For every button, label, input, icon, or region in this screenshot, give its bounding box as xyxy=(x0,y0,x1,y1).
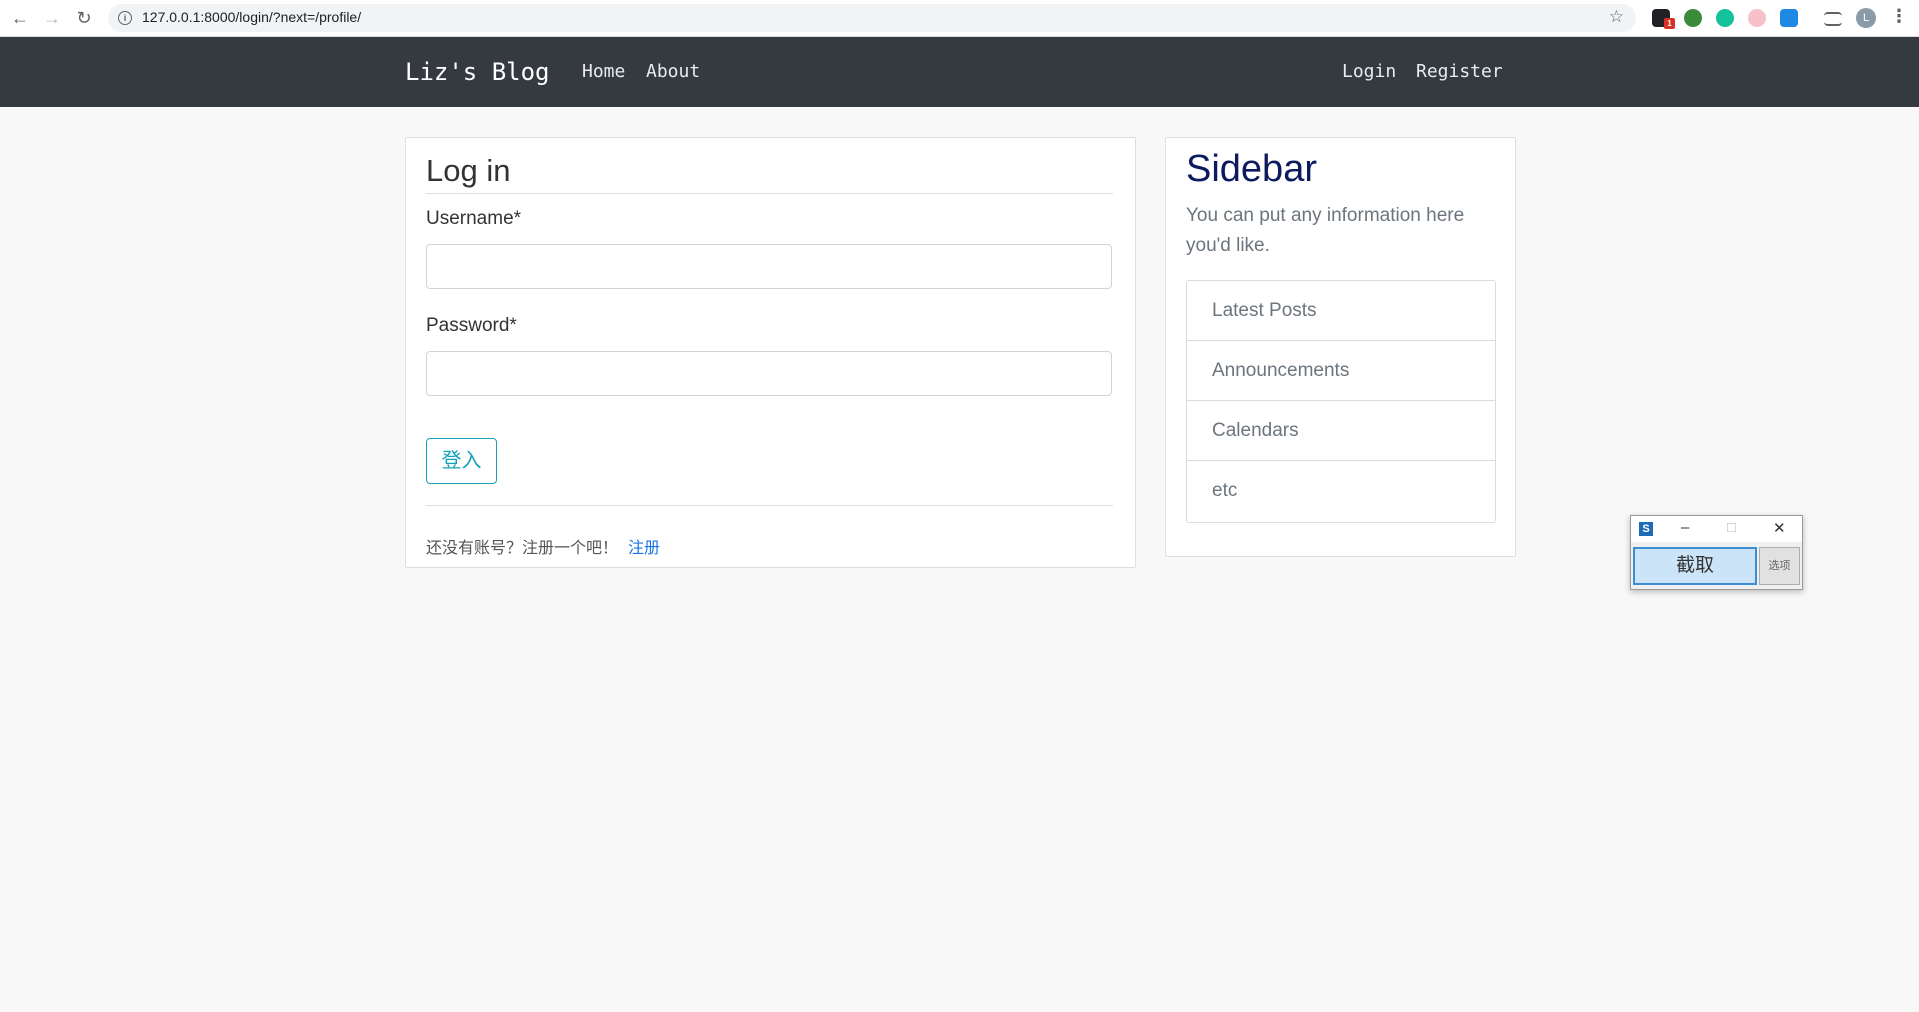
address-bar[interactable]: i 127.0.0.1:8000/login/?next=/profile/ ☆ xyxy=(108,4,1636,32)
browser-toolbar: ← → ↻ i 127.0.0.1:8000/login/?next=/prof… xyxy=(0,0,1919,37)
login-button[interactable]: 登入 xyxy=(426,438,497,484)
download-icon[interactable] xyxy=(1780,9,1798,27)
close-icon[interactable]: ✕ xyxy=(1773,519,1786,537)
forward-icon[interactable]: → xyxy=(40,6,64,30)
nav-login[interactable]: Login xyxy=(1342,61,1396,82)
sidebar-item-latest-posts[interactable]: Latest Posts xyxy=(1187,281,1495,341)
register-link[interactable]: 注册 xyxy=(628,534,660,558)
username-label: Username* xyxy=(426,208,522,229)
extension-flower-icon[interactable] xyxy=(1748,9,1766,27)
extension-globe-icon[interactable] xyxy=(1684,9,1702,27)
sidebar-item-calendars[interactable]: Calendars xyxy=(1187,401,1495,461)
tool-titlebar[interactable]: S – □ ✕ xyxy=(1631,516,1802,542)
sidebar-description: You can put any information here you'd l… xyxy=(1186,205,1465,256)
password-input[interactable] xyxy=(426,351,1112,396)
username-input[interactable] xyxy=(426,244,1112,289)
capture-button[interactable]: 截取 xyxy=(1633,547,1757,585)
options-button[interactable]: 选项 xyxy=(1759,547,1800,585)
brand-logo[interactable]: Liz's Blog xyxy=(405,58,550,86)
register-prompt: 还没有账号？注册一个吧！ xyxy=(426,540,619,557)
divider xyxy=(426,505,1113,506)
grammarly-icon[interactable] xyxy=(1716,9,1734,27)
back-icon[interactable]: ← xyxy=(8,6,32,30)
password-label: Password* xyxy=(426,315,517,336)
nav-home[interactable]: Home xyxy=(582,61,625,82)
app-logo-icon: S xyxy=(1639,522,1653,536)
nav-about[interactable]: About xyxy=(646,61,700,82)
page-title: Log in xyxy=(426,153,511,188)
url-text[interactable]: 127.0.0.1:8000/login/?next=/profile/ xyxy=(142,9,361,25)
maximize-icon: □ xyxy=(1727,519,1737,536)
sidebar-list: Latest Posts Announcements Calendars etc xyxy=(1186,280,1496,523)
sidebar-title: Sidebar xyxy=(1186,148,1317,190)
menu-kebab-icon[interactable]: ⋮ xyxy=(1890,6,1908,27)
reload-icon[interactable]: ↻ xyxy=(72,6,96,30)
bookmark-star-icon[interactable]: ☆ xyxy=(1609,7,1624,27)
sidebar-item-etc[interactable]: etc xyxy=(1187,461,1495,522)
capture-tool-window: S – □ ✕ 截取 选项 xyxy=(1630,515,1803,590)
reading-list-icon[interactable] xyxy=(1824,12,1842,26)
login-card: Log in Username* Password* 登入 还没有账号？注册一个… xyxy=(405,137,1136,568)
sidebar-item-announcements[interactable]: Announcements xyxy=(1187,341,1495,401)
divider xyxy=(426,193,1113,194)
profile-avatar[interactable]: L xyxy=(1856,8,1876,28)
minimize-icon[interactable]: – xyxy=(1681,519,1689,536)
extension-badge: 1 xyxy=(1664,18,1675,29)
site-navbar: Liz's Blog Home About Login Register xyxy=(0,37,1919,107)
info-icon[interactable]: i xyxy=(118,11,132,25)
nav-register[interactable]: Register xyxy=(1416,61,1503,82)
sidebar-card: Sidebar You can put any information here… xyxy=(1165,137,1516,557)
